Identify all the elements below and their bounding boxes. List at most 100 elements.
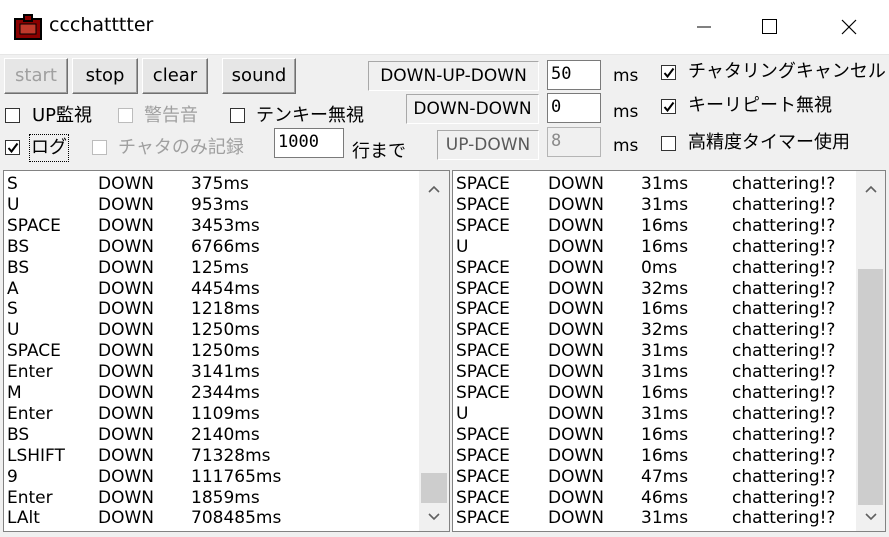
scroll-down-icon[interactable] [424,507,444,527]
interval: 3141ms [191,362,260,383]
maximize-button[interactable] [738,0,800,54]
key-log-list[interactable]: S DOWN 375ms U DOWN 953ms SPACE DOWN 3453ms BS DOW… [3,170,450,532]
event-type: DOWN [548,362,604,383]
key-name: SPACE [456,299,510,320]
interval: 31ms [641,403,689,424]
hires-timer-checkbox[interactable] [661,136,676,151]
mode-down-up-down: DOWN-UP-DOWN [368,61,539,91]
hires-timer-label: 高精度タイマー使用 [688,132,850,153]
key-name: Enter [7,362,53,383]
key-name: SPACE [456,487,510,508]
interval: 31ms [641,341,689,362]
chatter-cancel-checkbox[interactable] [661,65,676,80]
warning-sound-label: 警告音 [144,105,198,126]
right-scrollbar[interactable] [856,171,885,531]
interval: 71328ms [191,445,271,466]
chatter-only-label: チャタのみ記録 [118,137,244,158]
event-type: DOWN [98,403,154,424]
key-repeat-ignore-checkbox[interactable] [661,99,676,114]
key-name: BS [7,257,30,278]
down-down-ms-input[interactable]: 0 [547,93,601,123]
left-scrollbar[interactable] [419,171,449,531]
mode-down-down: DOWN-DOWN [406,94,539,124]
down-up-down-ms-input[interactable]: 50 [547,60,601,90]
ms-unit-2: ms [613,102,639,122]
key-name: BS [7,424,30,445]
tenkey-ignore-checkbox[interactable] [230,108,245,123]
key-name: U [456,403,469,424]
up-down-ms-input[interactable]: 8 [547,127,601,157]
event-type: DOWN [98,278,154,299]
interval: 375ms [191,174,249,194]
key-name: LSHIFT [7,445,65,466]
key-name: SPACE [456,341,510,362]
interval: 47ms [641,466,689,487]
close-button[interactable] [818,0,880,54]
check-icon [7,142,19,154]
log-label: ログ [29,134,69,162]
event-type: DOWN [98,236,154,257]
status: chattering!? [732,194,836,215]
event-type: DOWN [98,174,154,194]
key-name: U [7,320,20,341]
status: chattering!? [732,403,836,424]
chatter-cancel-label: チャタリングキャンセル [688,61,886,82]
ms-unit-3: ms [613,136,639,156]
event-type: DOWN [98,424,154,445]
event-type: DOWN [98,508,154,529]
interval: 46ms [641,487,689,508]
event-type: DOWN [98,215,154,236]
chatter-only-checkbox[interactable] [92,140,107,155]
up-monitor-checkbox[interactable] [5,108,20,123]
maximize-icon [762,19,777,34]
chatter-log-list[interactable]: SPACE DOWN 31ms chattering!? SPACE DOWN 31ms ch… [452,170,886,532]
event-type: DOWN [548,194,604,215]
log-checkbox[interactable] [5,140,20,155]
event-type: DOWN [548,383,604,403]
key-name: SPACE [456,424,510,445]
event-type: DOWN [98,299,154,320]
interval: 953ms [191,194,249,215]
status: chattering!? [732,487,836,508]
event-type: DOWN [548,320,604,341]
event-type: DOWN [98,341,154,362]
event-type: DOWN [98,257,154,278]
ms-unit-1: ms [613,66,639,86]
warning-sound-checkbox[interactable] [118,108,133,123]
interval: 1250ms [191,341,260,362]
interval: 111765ms [191,466,282,487]
log-lines-input[interactable]: 1000 [274,128,344,158]
key-name: SPACE [456,445,510,466]
interval: 708485ms [191,508,282,529]
lines-until-label: 行まで [352,141,406,162]
interval: 31ms [641,508,689,529]
interval: 3453ms [191,215,260,236]
sound-button[interactable]: sound [222,58,296,94]
interval: 1859ms [191,487,260,508]
interval: 125ms [191,257,249,278]
status: chattering!? [732,215,836,236]
scroll-up-icon[interactable] [861,179,881,199]
scroll-down-icon[interactable] [861,507,881,527]
status: chattering!? [732,383,836,403]
key-name: SPACE [7,341,61,362]
event-type: DOWN [548,403,604,424]
left-scroll-thumb[interactable] [421,473,447,503]
start-button[interactable]: start [4,58,68,94]
scroll-up-icon[interactable] [424,179,444,199]
key-name: SPACE [456,257,510,278]
interval: 2140ms [191,424,260,445]
event-type: DOWN [98,445,154,466]
key-repeat-ignore-label: キーリピート無視 [688,95,832,116]
key-name: U [7,194,20,215]
status: chattering!? [732,278,836,299]
event-type: DOWN [548,508,604,529]
interval: 16ms [641,424,689,445]
right-scroll-thumb[interactable] [858,269,883,505]
key-name: M [7,383,22,403]
event-type: DOWN [548,341,604,362]
clear-button[interactable]: clear [142,58,208,94]
up-monitor-label: UP監視 [32,105,93,126]
key-name: S [7,299,18,320]
stop-button[interactable]: stop [72,58,138,94]
